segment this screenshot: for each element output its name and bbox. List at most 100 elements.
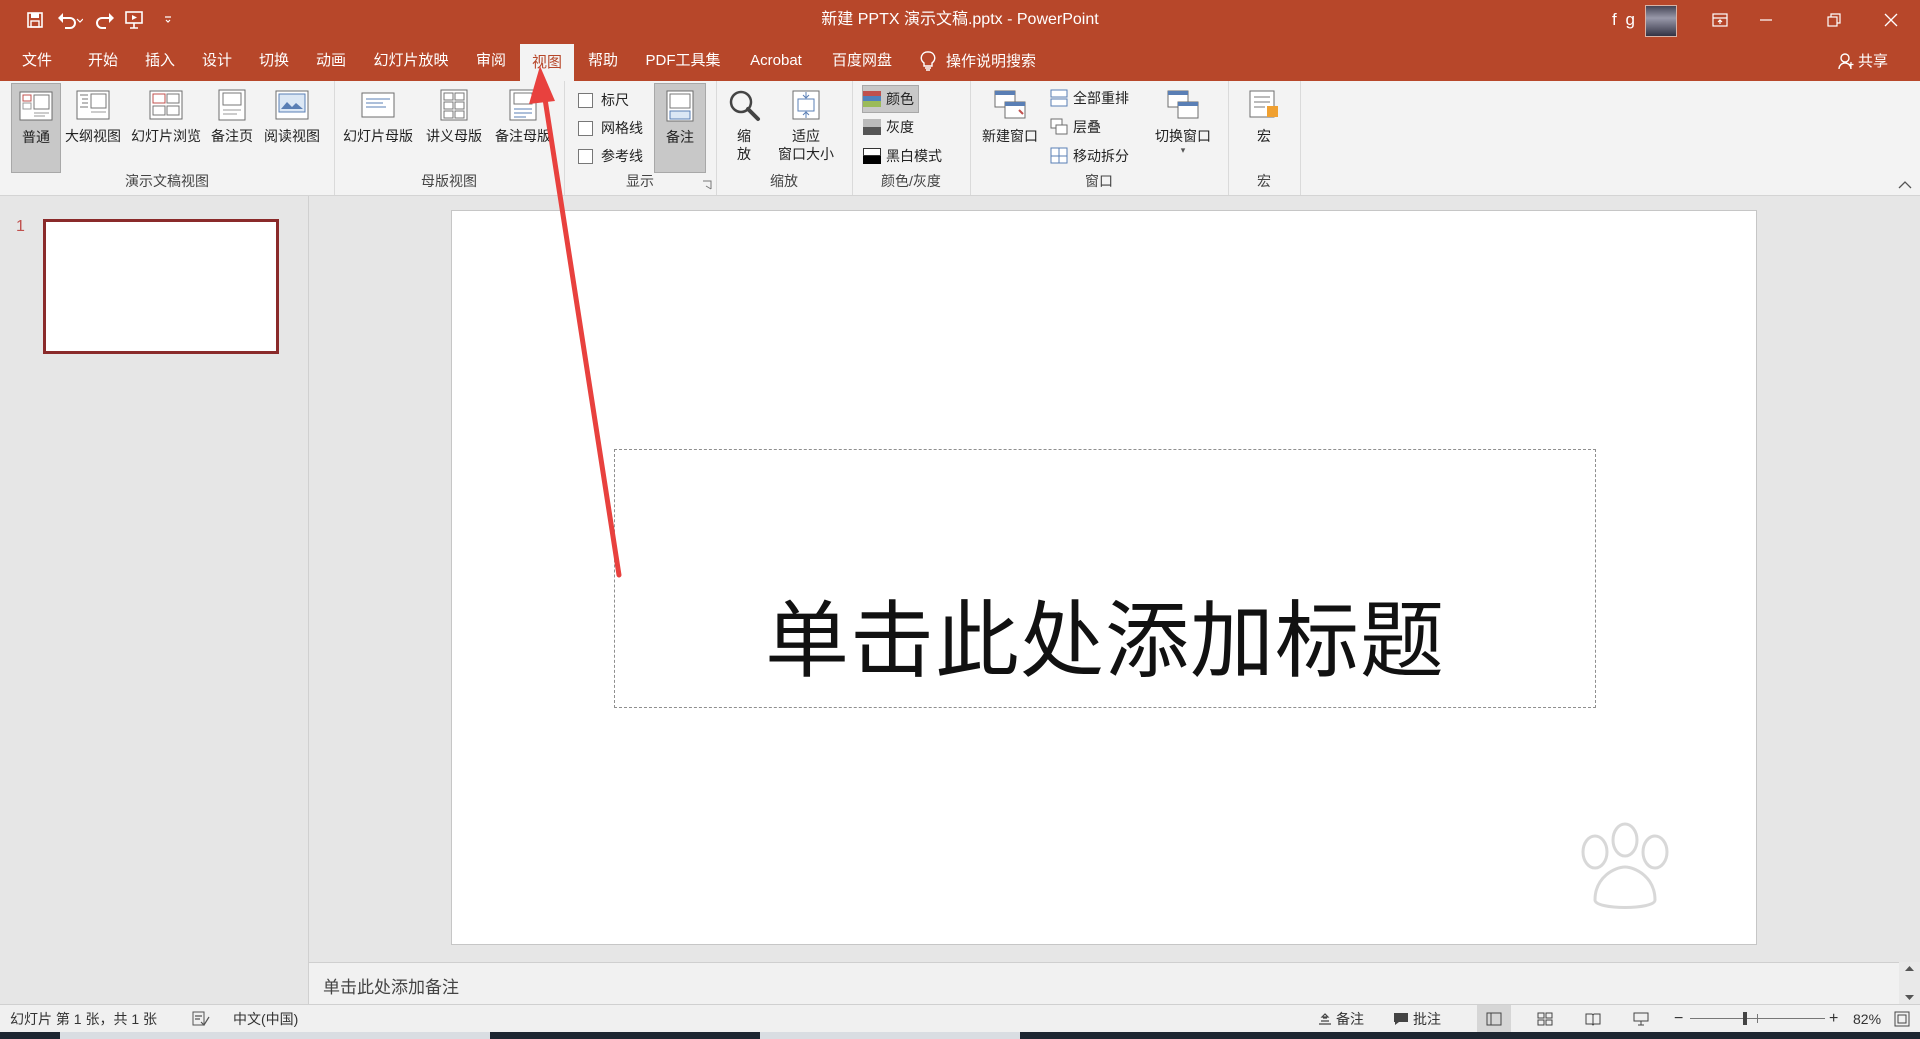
save-icon[interactable]: [20, 5, 50, 35]
user-name[interactable]: f g: [1612, 0, 1637, 40]
tab-acrobat[interactable]: Acrobat: [738, 40, 814, 81]
slide-sorter-button[interactable]: 幻灯片浏览: [128, 83, 204, 171]
tab-baidu-netdisk[interactable]: 百度网盘: [824, 40, 900, 81]
grayscale-label: 灰度: [886, 119, 914, 135]
notes-pane[interactable]: 单击此处添加备注: [309, 962, 1899, 1005]
tab-slideshow[interactable]: 幻灯片放映: [363, 40, 459, 81]
tab-insert[interactable]: 插入: [135, 40, 185, 81]
tab-transitions[interactable]: 切换: [249, 40, 299, 81]
slide-master-button[interactable]: 幻灯片母版: [340, 83, 416, 171]
tab-design[interactable]: 设计: [192, 40, 242, 81]
ruler-checkbox[interactable]: 标尺: [578, 87, 629, 113]
reading-view-status-icon[interactable]: [1578, 1005, 1608, 1033]
fit-label-2: 窗口大小: [778, 146, 834, 162]
restore-icon[interactable]: [1811, 0, 1857, 40]
notes-page-button[interactable]: 备注页: [207, 83, 257, 171]
gridlines-checkbox[interactable]: 网格线: [578, 115, 643, 141]
customize-qat-icon[interactable]: [150, 5, 186, 35]
notes-master-label: 备注母版: [495, 128, 551, 144]
group-macros: 宏 宏: [1228, 81, 1301, 195]
language-indicator[interactable]: 中文(中国): [233, 1005, 298, 1033]
tab-pdf-tools[interactable]: PDF工具集: [638, 40, 728, 81]
slide-counter: 幻灯片 第 1 张，共 1 张: [10, 1011, 158, 1027]
collapse-ribbon-icon[interactable]: [1898, 178, 1912, 193]
title-placeholder[interactable]: 单击此处添加标题: [614, 449, 1596, 708]
new-window-button[interactable]: 新建窗口: [978, 83, 1042, 171]
present-from-start-icon[interactable]: [120, 5, 150, 35]
fit-slide-status-icon[interactable]: [1894, 1005, 1910, 1033]
tab-home[interactable]: 开始: [78, 40, 128, 81]
group-label: 颜色/灰度: [881, 173, 941, 189]
normal-view-button[interactable]: 普通: [11, 83, 61, 173]
slideshow-status-icon[interactable]: [1626, 1005, 1656, 1033]
checkbox-unchecked-icon: [578, 92, 593, 108]
group-label: 宏: [1257, 173, 1271, 189]
zoom-button[interactable]: 缩 放: [726, 83, 762, 171]
cascade-button[interactable]: 层叠: [1050, 114, 1101, 140]
magnifier-icon: [726, 87, 762, 123]
tab-review[interactable]: 审阅: [466, 40, 516, 81]
fit-to-window-button[interactable]: 适应 窗口大小: [768, 83, 844, 171]
normal-view-status-icon[interactable]: [1477, 1005, 1511, 1033]
outline-view-button[interactable]: 大纲视图: [64, 83, 122, 171]
chevron-down-icon: ▾: [1180, 145, 1186, 155]
move-split-button[interactable]: 移动拆分: [1050, 143, 1129, 169]
close-icon[interactable]: [1868, 0, 1914, 40]
minimize-icon[interactable]: [1743, 0, 1789, 40]
zoom-slider-thumb[interactable]: [1743, 1012, 1748, 1025]
notes-status-button[interactable]: 备注: [1318, 1005, 1364, 1033]
fit-to-window-icon: [788, 87, 824, 123]
dialog-launcher-icon[interactable]: [702, 180, 712, 190]
slide-thumbnail[interactable]: [43, 219, 279, 354]
slide-master-icon: [360, 87, 396, 123]
tab-animations[interactable]: 动画: [306, 40, 356, 81]
handout-master-button[interactable]: 讲义母版: [422, 83, 486, 171]
zoom-label-2: 放: [737, 146, 751, 162]
zoom-in-button[interactable]: +: [1829, 1005, 1838, 1033]
black-white-label: 黑白模式: [886, 148, 942, 164]
black-white-icon: [863, 147, 881, 165]
outline-view-icon: [75, 87, 111, 123]
arrange-all-button[interactable]: 全部重排: [1050, 85, 1129, 111]
macros-button[interactable]: 宏: [1240, 83, 1288, 171]
handout-master-label: 讲义母版: [426, 128, 482, 144]
zoom-slider[interactable]: [1690, 1005, 1825, 1033]
tab-view[interactable]: 视图: [520, 44, 574, 81]
share-button[interactable]: 共享: [1838, 40, 1888, 81]
notes-toggle-button[interactable]: 备注: [654, 83, 706, 173]
slide-sorter-icon: [148, 87, 184, 123]
color-button[interactable]: 颜色: [862, 85, 919, 113]
tell-me-search[interactable]: 操作说明搜索: [920, 40, 1036, 81]
slide-sorter-status-icon[interactable]: [1530, 1005, 1560, 1033]
zoom-out-button[interactable]: −: [1674, 1005, 1683, 1033]
ribbon-display-options-icon[interactable]: [1697, 0, 1743, 40]
group-color-grayscale: 颜色 灰度 黑白模式 颜色/灰度: [852, 81, 971, 195]
comments-status-button[interactable]: 批注: [1393, 1005, 1441, 1033]
switch-windows-button[interactable]: 切换窗口 ▾: [1150, 83, 1216, 171]
quick-access-toolbar: [20, 0, 186, 40]
undo-icon[interactable]: [50, 5, 90, 35]
notes-master-button[interactable]: 备注母版: [490, 83, 556, 171]
status-bar: 幻灯片 第 1 张，共 1 张 中文(中国) 备注 批注 − + 82%: [0, 1004, 1920, 1033]
tab-file[interactable]: 文件: [10, 40, 64, 81]
notes-page-icon: [214, 87, 250, 123]
spell-check-icon[interactable]: [192, 1005, 210, 1033]
redo-icon[interactable]: [90, 5, 120, 35]
move-split-label: 移动拆分: [1073, 148, 1129, 164]
cascade-label: 层叠: [1073, 119, 1101, 135]
switch-windows-label: 切换窗口: [1155, 128, 1211, 144]
tab-help[interactable]: 帮助: [578, 40, 628, 81]
cascade-icon: [1050, 118, 1068, 136]
guides-checkbox[interactable]: 参考线: [578, 143, 643, 169]
black-white-button[interactable]: 黑白模式: [863, 143, 942, 169]
grayscale-button[interactable]: 灰度: [863, 114, 914, 140]
arrange-all-label: 全部重排: [1073, 90, 1129, 106]
avatar[interactable]: [1645, 5, 1677, 37]
zoom-level[interactable]: 82%: [1853, 1005, 1881, 1033]
reading-view-button[interactable]: 阅读视图: [260, 83, 324, 171]
group-show: 标尺 网格线 参考线 备注 显示: [564, 81, 717, 195]
group-label: 演示文稿视图: [125, 173, 209, 189]
handout-master-icon: [436, 87, 472, 123]
vertical-scrollbar[interactable]: [1899, 962, 1920, 1004]
group-window: 新建窗口 全部重排 层叠 移动拆分 切换窗口 ▾ 窗口: [970, 81, 1229, 195]
